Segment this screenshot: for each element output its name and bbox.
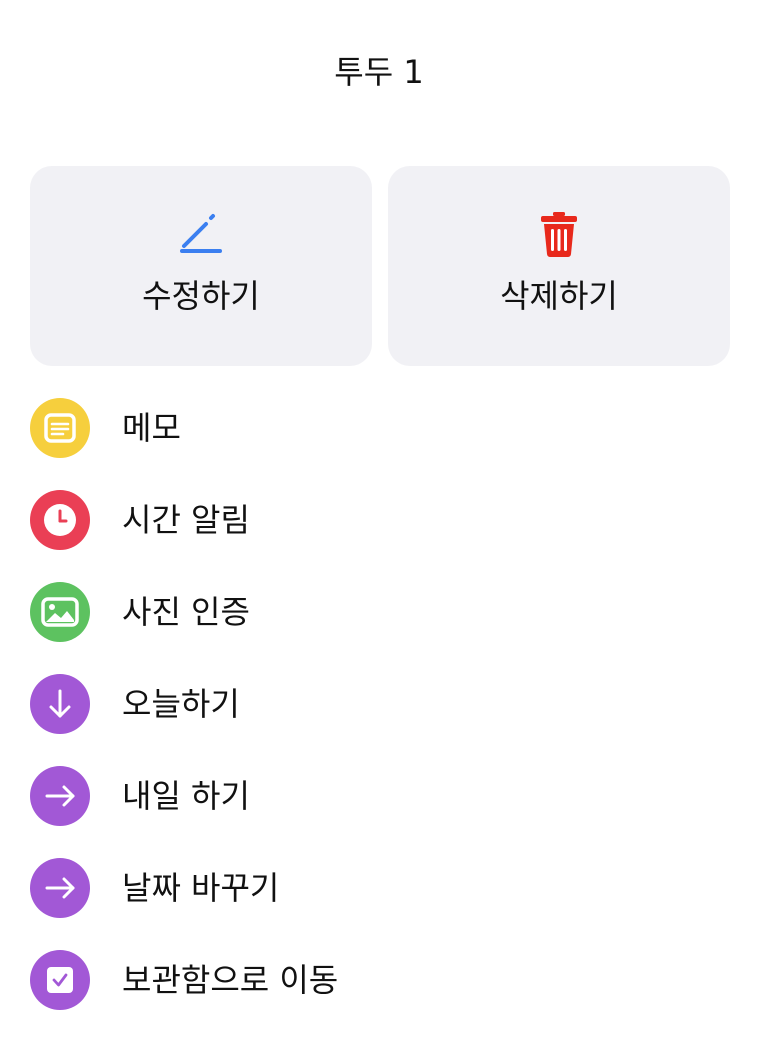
- photo-icon: [30, 582, 90, 642]
- edit-button[interactable]: 수정하기: [30, 166, 372, 366]
- trash-icon: [538, 212, 580, 257]
- menu-item-memo[interactable]: 메모: [30, 398, 730, 490]
- delete-button[interactable]: 삭제하기: [388, 166, 730, 366]
- menu-item-label: 보관함으로 이동: [122, 961, 339, 999]
- menu-item-label: 사진 인증: [122, 593, 250, 631]
- menu-item-label: 오늘하기: [122, 685, 240, 723]
- menu-item-label: 시간 알림: [122, 501, 250, 539]
- memo-icon: [30, 398, 90, 458]
- clock-icon: [30, 490, 90, 550]
- menu-item-do-today[interactable]: 오늘하기: [30, 674, 730, 766]
- archive-check-icon: [30, 950, 90, 1010]
- delete-button-label: 삭제하기: [500, 277, 618, 315]
- menu-item-change-date[interactable]: 날짜 바꾸기: [30, 858, 730, 950]
- menu-item-label: 내일 하기: [122, 777, 250, 815]
- options-list: 메모 시간 알림 사진 인증 오늘하기 내일 하기 날짜 바꾸기 보관함으로 이…: [30, 398, 730, 1042]
- menu-item-do-tomorrow[interactable]: 내일 하기: [30, 766, 730, 858]
- menu-item-photo-proof[interactable]: 사진 인증: [30, 582, 730, 674]
- menu-item-label: 날짜 바꾸기: [122, 869, 280, 907]
- arrow-right-icon: [30, 858, 90, 918]
- action-cards: 수정하기 삭제하기: [30, 166, 730, 366]
- arrow-right-icon: [30, 766, 90, 826]
- pencil-icon: [180, 212, 222, 256]
- edit-button-label: 수정하기: [142, 277, 260, 315]
- menu-item-label: 메모: [122, 409, 181, 447]
- menu-item-time-alarm[interactable]: 시간 알림: [30, 490, 730, 582]
- arrow-down-icon: [30, 674, 90, 734]
- menu-item-move-to-archive[interactable]: 보관함으로 이동: [30, 950, 730, 1042]
- page-title: 투두 1: [334, 53, 424, 91]
